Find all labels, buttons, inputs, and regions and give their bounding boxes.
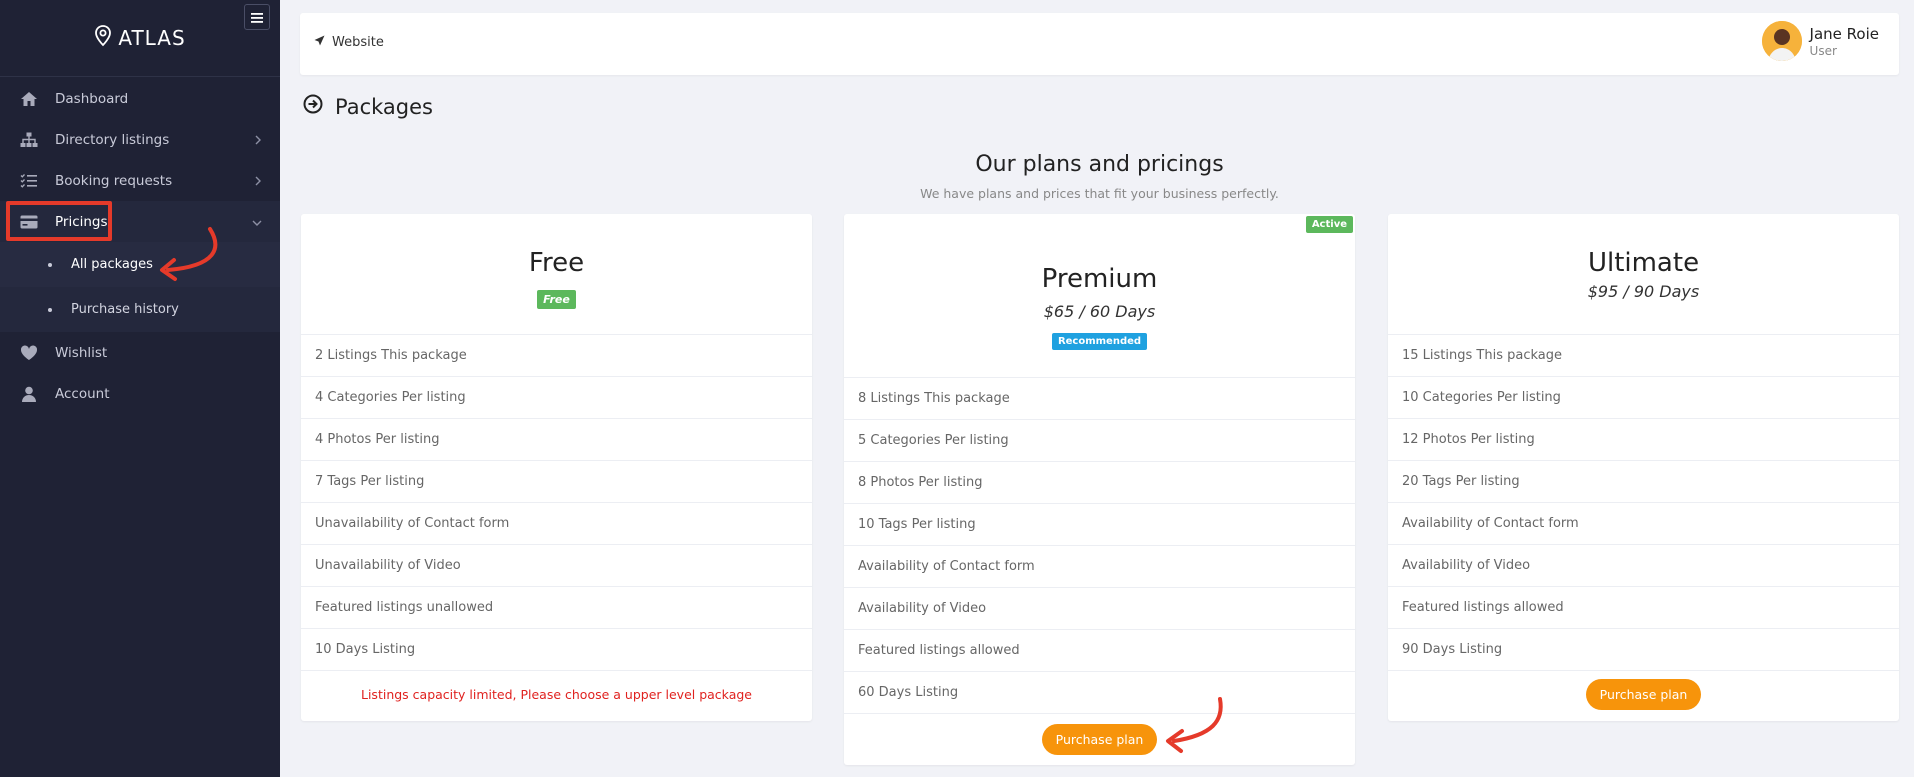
plan-feature: 10 Tags Per listing bbox=[844, 504, 1355, 546]
section-title: Our plans and pricings bbox=[975, 152, 1224, 177]
plan-feature: 4 Categories Per listing bbox=[301, 377, 812, 419]
sidebar-item-label: Wishlist bbox=[55, 344, 108, 361]
plan-feature: 10 Days Listing bbox=[301, 629, 812, 671]
plan-feature: Featured listings unallowed bbox=[301, 587, 812, 629]
sidebar-item-account[interactable]: Account bbox=[0, 373, 280, 414]
plan-name: Free bbox=[528, 248, 585, 278]
plan-card-footer: Purchase plan bbox=[1388, 671, 1899, 718]
purchase-plan-button[interactable]: Purchase plan bbox=[1585, 679, 1702, 710]
sidebar: ATLAS Dashboard Directory listings Booki… bbox=[0, 0, 280, 777]
paper-plane-icon bbox=[314, 35, 325, 50]
plan-card-ultimate: Ultimate $95 / 90 Days 15 Listings This … bbox=[1388, 214, 1899, 721]
plan-card-premium: Active Premium $65 / 60 Days Recommended… bbox=[844, 214, 1355, 765]
plan-feature: Availability of Contact form bbox=[1388, 503, 1899, 545]
sidebar-item-wishlist[interactable]: Wishlist bbox=[0, 332, 280, 373]
plan-card-header: Free Free bbox=[301, 214, 812, 335]
brand[interactable]: ATLAS bbox=[0, 0, 280, 77]
plan-feature: 90 Days Listing bbox=[1388, 629, 1899, 671]
page-title-text: Packages bbox=[335, 94, 433, 119]
plan-badge: Free bbox=[537, 290, 576, 309]
plan-price: $65 / 60 Days bbox=[1043, 302, 1156, 321]
chevron-right-icon bbox=[254, 174, 262, 190]
sidebar-subitem-label: Purchase history bbox=[71, 302, 179, 317]
plan-feature: Availability of Contact form bbox=[844, 546, 1355, 588]
list-check-icon bbox=[18, 171, 40, 191]
plan-feature: 15 Listings This package bbox=[1388, 335, 1899, 377]
sidebar-subitem-purchase-history[interactable]: Purchase history bbox=[0, 287, 280, 332]
plan-card-header: Premium $65 / 60 Days Recommended bbox=[844, 214, 1355, 378]
annotation-arrow-icon bbox=[1166, 697, 1223, 753]
sidebar-nav: Dashboard Directory listings Booking req… bbox=[0, 78, 280, 414]
sidebar-item-booking-requests[interactable]: Booking requests bbox=[0, 160, 280, 201]
sidebar-item-directory-listings[interactable]: Directory listings bbox=[0, 119, 280, 160]
plan-feature: 10 Categories Per listing bbox=[1388, 377, 1899, 419]
sidebar-item-label: Directory listings bbox=[55, 131, 170, 148]
plan-feature: Featured listings allowed bbox=[844, 630, 1355, 672]
hamburger-icon bbox=[251, 8, 263, 27]
plan-card-header: Ultimate $95 / 90 Days bbox=[1388, 214, 1899, 335]
annotation-arrow-icon bbox=[160, 227, 218, 281]
plan-feature: 8 Listings This package bbox=[844, 378, 1355, 420]
plan-card-footer: Purchase plan bbox=[844, 714, 1355, 765]
website-link[interactable]: Website bbox=[314, 35, 384, 50]
sidebar-subitem-all-packages[interactable]: All packages bbox=[0, 242, 280, 287]
section-subtitle: We have plans and prices that fit your b… bbox=[920, 186, 1279, 201]
sidebar-subitem-label: All packages bbox=[71, 257, 153, 272]
sidebar-item-label: Booking requests bbox=[55, 172, 173, 189]
plan-feature: Featured listings allowed bbox=[1388, 587, 1899, 629]
sitemap-icon bbox=[18, 130, 40, 150]
circle-arrow-right-icon bbox=[303, 94, 323, 119]
sidebar-toggle-button[interactable] bbox=[244, 4, 270, 30]
map-pin-icon bbox=[94, 25, 112, 51]
website-link-label: Website bbox=[332, 35, 384, 50]
plan-feature: 20 Tags Per listing bbox=[1388, 461, 1899, 503]
topbar: Website Jane Roie User bbox=[300, 13, 1899, 75]
plan-name: Ultimate bbox=[1587, 248, 1700, 278]
pricings-submenu: All packages Purchase history bbox=[0, 242, 280, 332]
plan-card-free: Free Free 2 Listings This package 4 Cate… bbox=[301, 214, 812, 721]
plan-feature: 60 Days Listing bbox=[844, 672, 1355, 714]
plan-feature: 5 Categories Per listing bbox=[844, 420, 1355, 462]
avatar bbox=[1761, 21, 1802, 61]
annotation-highlight-box bbox=[6, 201, 112, 241]
plan-feature: Availability of Video bbox=[844, 588, 1355, 630]
user-info: Jane Roie User bbox=[1810, 25, 1879, 58]
plan-feature: Unavailability of Contact form bbox=[301, 503, 812, 545]
capacity-warning: Listings capacity limited, Please choose… bbox=[361, 687, 752, 702]
user-menu[interactable]: Jane Roie User bbox=[1761, 21, 1879, 61]
purchase-plan-button[interactable]: Purchase plan bbox=[1041, 724, 1158, 755]
user-name: Jane Roie bbox=[1809, 24, 1879, 43]
sidebar-item-dashboard[interactable]: Dashboard bbox=[0, 78, 280, 119]
plan-feature: 4 Photos Per listing bbox=[301, 419, 812, 461]
plan-feature: Availability of Video bbox=[1388, 545, 1899, 587]
sidebar-item-label: Account bbox=[55, 385, 110, 402]
user-icon bbox=[18, 384, 40, 404]
plan-name: Premium bbox=[1041, 264, 1158, 294]
recommended-badge: Recommended bbox=[1051, 333, 1148, 350]
chevron-down-icon bbox=[252, 215, 262, 231]
home-icon bbox=[18, 89, 40, 109]
plan-feature: Unavailability of Video bbox=[301, 545, 812, 587]
heart-icon bbox=[18, 343, 40, 363]
bullet-icon bbox=[48, 307, 52, 312]
plan-feature: 8 Photos Per listing bbox=[844, 462, 1355, 504]
plan-feature: 7 Tags Per listing bbox=[301, 461, 812, 503]
plan-price: $95 / 90 Days bbox=[1587, 282, 1700, 301]
plan-feature: 2 Listings This package bbox=[301, 335, 812, 377]
plan-card-footer: Listings capacity limited, Please choose… bbox=[301, 671, 812, 718]
user-role: User bbox=[1809, 43, 1837, 58]
bullet-icon bbox=[48, 262, 52, 267]
page-title: Packages bbox=[303, 94, 433, 119]
active-badge: Active bbox=[1305, 216, 1353, 233]
brand-name: ATLAS bbox=[118, 26, 186, 50]
chevron-right-icon bbox=[254, 133, 262, 149]
sidebar-item-label: Dashboard bbox=[55, 90, 129, 107]
plan-feature: 12 Photos Per listing bbox=[1388, 419, 1899, 461]
